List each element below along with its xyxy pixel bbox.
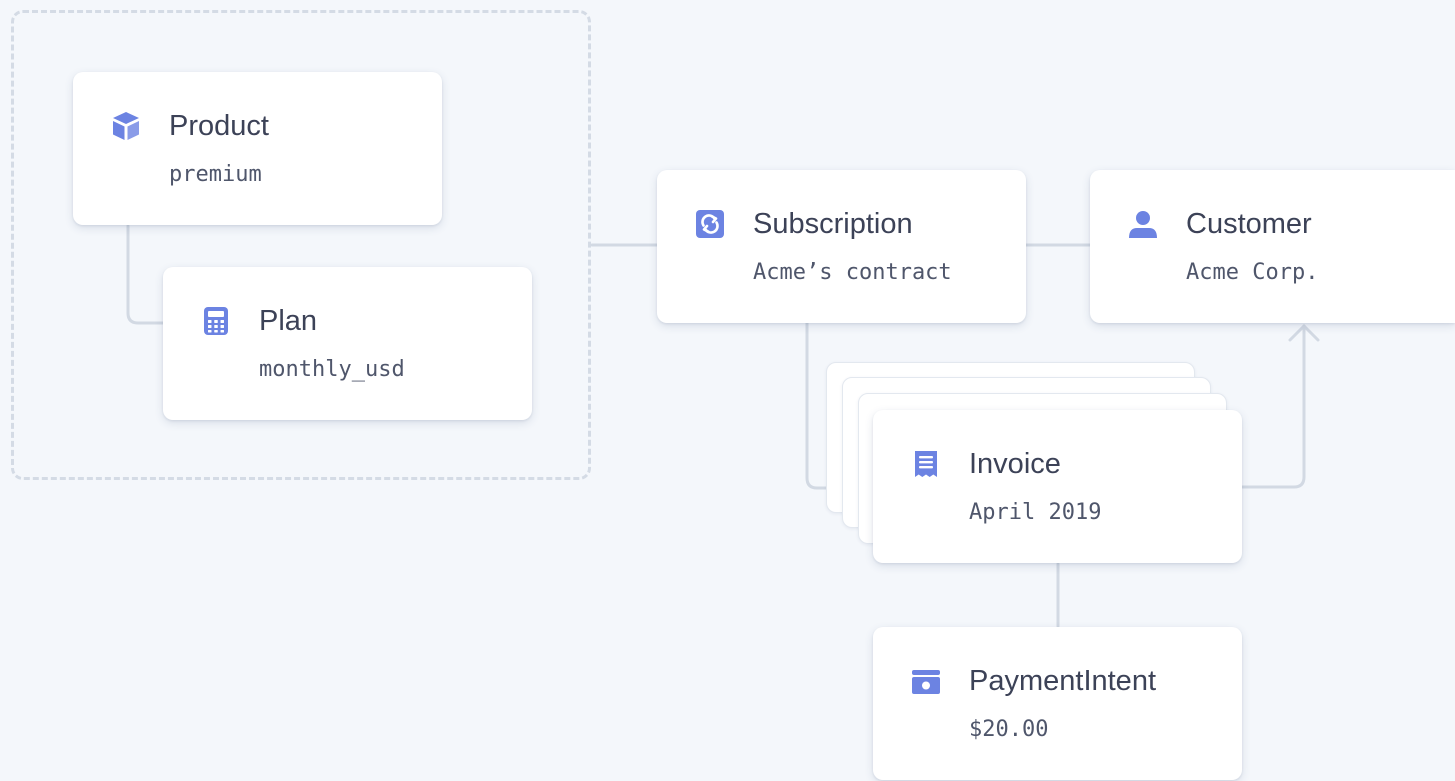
paymentintent-title: PaymentIntent (969, 665, 1156, 697)
subscription-title: Subscription (753, 208, 913, 240)
subscription-value: Acme’s contract (753, 260, 952, 285)
box-icon (110, 110, 142, 142)
customer-value: Acme Corp. (1186, 260, 1319, 285)
plan-value: monthly_usd (259, 357, 405, 382)
customer-card[interactable]: Customer Acme Corp. (1090, 170, 1455, 323)
paymentintent-card[interactable]: PaymentIntent $20.00 (873, 627, 1242, 780)
object-relationship-diagram: Product premium Plan monthly_usd Subscri… (0, 0, 1455, 781)
product-title: Product (169, 110, 269, 142)
calculator-icon (200, 305, 232, 337)
subscription-card[interactable]: Subscription Acme’s contract (657, 170, 1026, 323)
connector-product-plan (126, 224, 165, 325)
invoice-value: April 2019 (969, 500, 1102, 525)
plan-title: Plan (259, 305, 318, 337)
invoice-title: Invoice (969, 448, 1061, 480)
plan-card[interactable]: Plan monthly_usd (163, 267, 532, 420)
customer-title: Customer (1186, 208, 1312, 240)
product-card[interactable]: Product premium (73, 72, 442, 225)
person-icon (1127, 208, 1159, 240)
refresh-icon (694, 208, 726, 240)
connector-invoice-customer (1240, 324, 1306, 489)
paymentintent-value: $20.00 (969, 717, 1049, 742)
wallet-icon (910, 665, 942, 697)
invoice-card[interactable]: Invoice April 2019 (873, 410, 1242, 563)
receipt-icon (910, 448, 942, 480)
product-value: premium (169, 162, 262, 187)
